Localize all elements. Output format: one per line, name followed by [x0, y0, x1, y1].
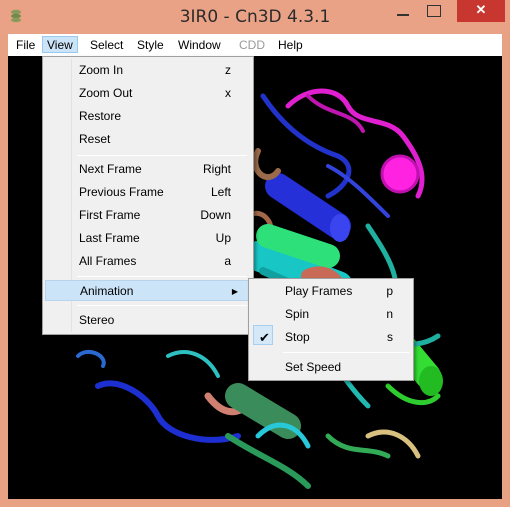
checkmark-icon: ✔	[259, 330, 270, 345]
menu-item-label: Last Frame	[79, 231, 140, 245]
menu-item-zoom-out[interactable]: Zoom Out x	[45, 83, 251, 104]
menu-item-shortcut: n	[386, 307, 393, 321]
menu-item-restore[interactable]: Restore	[45, 106, 251, 127]
menu-item-all-frames[interactable]: All Frames a	[45, 251, 251, 272]
menu-item-label: Zoom Out	[79, 86, 133, 100]
title-bar[interactable]: 3IR0 - Cn3D 4.3.1	[0, 0, 510, 34]
menu-bar: File View Select Style Window CDD Help	[8, 34, 502, 56]
menu-item-next-frame[interactable]: Next Frame Right	[45, 159, 251, 180]
menu-item-label: Set Speed	[285, 360, 342, 374]
menu-item-shortcut: z	[225, 63, 231, 77]
menu-item-stereo[interactable]: Stereo	[45, 310, 251, 331]
menu-select[interactable]: Select	[86, 37, 127, 54]
menu-separator	[283, 352, 409, 353]
menu-item-label: Spin	[285, 307, 310, 321]
menu-separator	[77, 276, 247, 277]
menu-window[interactable]: Window	[174, 37, 225, 54]
menu-view[interactable]: View	[42, 36, 78, 53]
menu-file[interactable]: File	[12, 37, 39, 54]
menu-item-previous-frame[interactable]: Previous Frame Left	[45, 182, 251, 203]
menu-item-label: Next Frame	[79, 162, 142, 176]
menu-separator	[77, 155, 247, 156]
submenu-arrow-icon: ▶	[231, 287, 238, 296]
menu-item-shortcut: Right	[202, 162, 231, 176]
menu-item-stop[interactable]: ✔ Stop s	[251, 327, 411, 348]
maximize-button[interactable]	[420, 0, 446, 26]
menu-item-shortcut: Up	[215, 231, 231, 245]
menu-item-label: First Frame	[79, 208, 141, 222]
menu-item-label: Play Frames	[285, 284, 353, 298]
menu-item-last-frame[interactable]: Last Frame Up	[45, 228, 251, 249]
menu-item-label: All Frames	[79, 254, 137, 268]
menu-item-shortcut: Left	[210, 185, 231, 199]
menu-item-shortcut: Down	[200, 208, 231, 222]
menu-item-set-speed[interactable]: Set Speed	[251, 357, 411, 378]
menu-item-label: Restore	[79, 109, 122, 123]
menu-item-label: Animation	[80, 284, 134, 298]
menu-item-play-frames[interactable]: Play Frames p	[251, 281, 411, 302]
minimize-button[interactable]	[390, 0, 416, 26]
menu-separator	[77, 305, 247, 306]
menu-cdd[interactable]: CDD	[235, 37, 269, 54]
menu-item-label: Zoom In	[79, 63, 124, 77]
menu-item-label: Stereo	[79, 313, 115, 327]
menu-item-zoom-in[interactable]: Zoom In z	[45, 60, 251, 81]
menu-style[interactable]: Style	[133, 37, 168, 54]
menu-help[interactable]: Help	[274, 37, 307, 54]
menu-item-shortcut: a	[224, 254, 231, 268]
animation-submenu: Play Frames p Spin n ✔ Stop s Set Speed	[248, 278, 414, 381]
menu-item-label: Previous Frame	[79, 185, 164, 199]
close-button[interactable]	[457, 0, 505, 22]
menu-item-label: Stop	[285, 330, 310, 344]
menu-item-spin[interactable]: Spin n	[251, 304, 411, 325]
app-window: 3IR0 - Cn3D 4.3.1 File View Select Style…	[0, 0, 510, 507]
menu-item-reset[interactable]: Reset	[45, 129, 251, 150]
menu-item-shortcut: p	[386, 284, 393, 298]
menu-item-animation[interactable]: Animation ▶	[45, 280, 251, 301]
menu-item-first-frame[interactable]: First Frame Down	[45, 205, 251, 226]
view-menu-dropdown: Zoom In z Zoom Out x Restore Reset Next …	[42, 56, 254, 335]
menu-item-shortcut: s	[387, 330, 393, 344]
menu-item-label: Reset	[79, 132, 111, 146]
menu-item-shortcut: x	[225, 86, 231, 100]
